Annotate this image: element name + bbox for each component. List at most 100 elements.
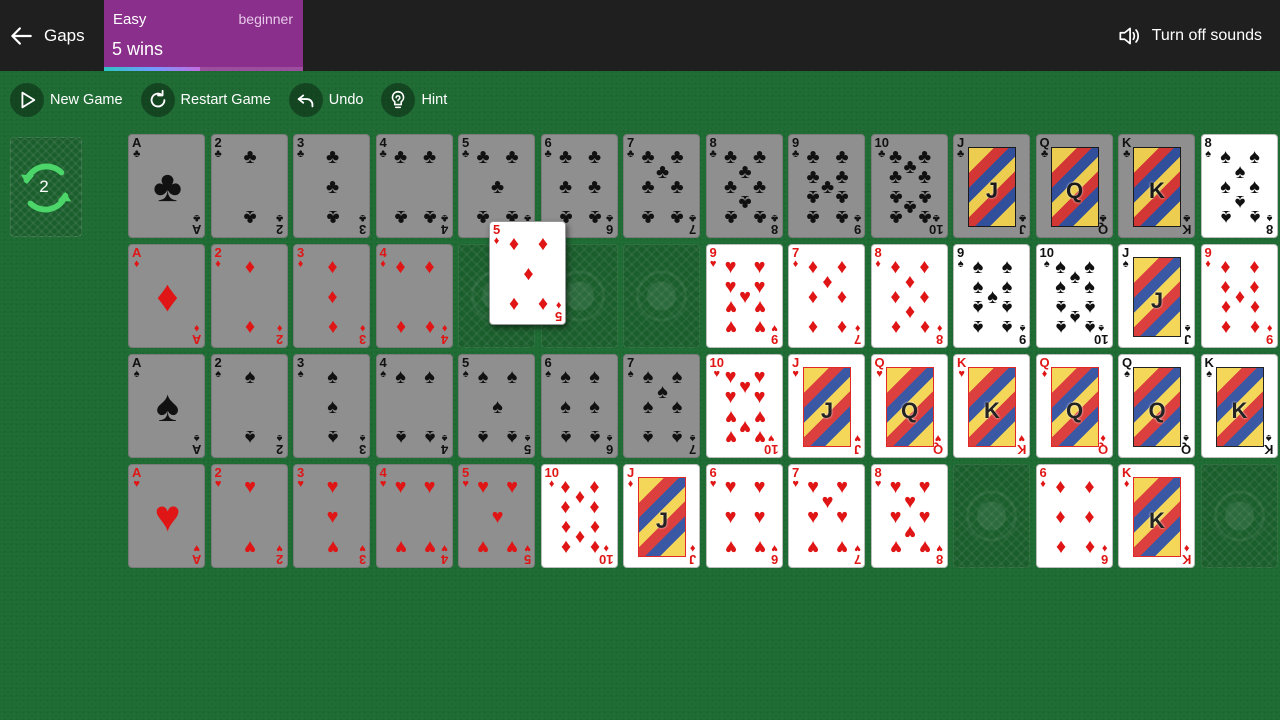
- diamond-pip: ♦: [1055, 536, 1066, 558]
- card-7-of-diamonds[interactable]: 7 ♦ 7 ♦ ♦ ♦ ♦ ♦ ♦ ♦ ♦: [788, 244, 865, 348]
- back-button[interactable]: Gaps: [8, 22, 85, 50]
- diamond-pip: ♦: [424, 316, 435, 338]
- heart-pip: ♥: [739, 286, 751, 308]
- card-8-of-clubs[interactable]: 8 ♣ 8 ♣ ♣ ♣ ♣ ♣ ♣ ♣ ♣ ♣: [705, 134, 783, 238]
- card-7-of-clubs[interactable]: 7 ♣ 7 ♣ ♣ ♣ ♣ ♣ ♣ ♣ ♣: [623, 134, 700, 238]
- heart-pip: ♥: [477, 536, 489, 558]
- card-8-of-hearts[interactable]: 8 ♥ 8 ♥ ♥ ♥ ♥ ♥ ♥ ♥ ♥ ♥: [870, 464, 948, 568]
- spade-icon: ♠: [215, 368, 222, 380]
- redeal-pile[interactable]: 2: [10, 137, 82, 237]
- card-10-of-clubs[interactable]: 10 ♣ 10 ♣ ♣ ♣ ♣ ♣ ♣ ♣ ♣ ♣ ♣ ♣: [870, 134, 948, 238]
- spade-pip: ♠: [972, 276, 984, 298]
- card-a-of-spades[interactable]: A ♠ A ♠ ♠: [128, 354, 205, 458]
- card-7-of-spades[interactable]: 7 ♠ 7 ♠ ♠ ♠ ♠ ♠ ♠ ♠ ♠: [623, 354, 700, 458]
- card-k-of-hearts[interactable]: K ♥ K ♥ K: [953, 354, 1030, 458]
- pip-area: ♥ ♥ ♥ ♥ ♥ ♥ ♥ ♥: [886, 473, 935, 561]
- card-6-of-diamonds[interactable]: 6 ♦ 6 ♦ ♦ ♦ ♦ ♦ ♦ ♦: [1035, 464, 1113, 568]
- card-8-of-spades[interactable]: 8 ♠ 8 ♠ ♠ ♠ ♠ ♠ ♠ ♠ ♠ ♠: [1200, 134, 1278, 238]
- sound-toggle-button[interactable]: Turn off sounds: [1116, 22, 1262, 50]
- card-rank: 3: [358, 222, 366, 237]
- difficulty-panel[interactable]: Easy beginner 5 wins: [104, 0, 303, 71]
- court-letter: J: [820, 398, 834, 423]
- card-index: J ♣: [957, 136, 964, 160]
- spade-icon: ♠: [359, 432, 366, 444]
- diamond-pip: ♦: [574, 526, 586, 548]
- card-j-of-hearts[interactable]: J ♥ J ♥ J: [788, 354, 865, 458]
- card-4-of-clubs[interactable]: 4 ♣ 4 ♣ ♣ ♣ ♣ ♣: [375, 134, 453, 238]
- new-game-button[interactable]: New Game: [10, 83, 123, 117]
- pip-area: ♥ ♥: [226, 473, 275, 561]
- card-rank: 4: [441, 222, 449, 237]
- card-9-of-hearts[interactable]: 9 ♥ 9 ♥ ♥ ♥ ♥ ♥ ♥ ♥ ♥ ♥ ♥: [705, 244, 783, 348]
- card-8-of-diamonds[interactable]: 8 ♦ 8 ♦ ♦ ♦ ♦ ♦ ♦ ♦ ♦ ♦: [870, 244, 948, 348]
- restart-game-button[interactable]: Restart Game: [140, 83, 271, 117]
- pip-area: ♠ ♠ ♠ ♠ ♠ ♠ ♠ ♠: [1216, 143, 1265, 231]
- card-3-of-diamonds[interactable]: 3 ♦ 3 ♦ ♦ ♦ ♦: [293, 244, 370, 348]
- diamond-pip: ♦: [1249, 276, 1260, 298]
- spade-pip: ♠: [1084, 296, 1095, 318]
- card-4-of-hearts[interactable]: 4 ♥ 4 ♥ ♥ ♥ ♥ ♥: [375, 464, 453, 568]
- hint-button[interactable]: Hint: [381, 83, 447, 117]
- card-k-of-clubs[interactable]: K ♣ K ♣ K: [1118, 134, 1195, 238]
- card-q-of-diamonds[interactable]: Q ♦ Q ♦ Q: [1035, 354, 1113, 458]
- card-9-of-diamonds[interactable]: 9 ♦ 9 ♦ ♦ ♦ ♦ ♦ ♦ ♦ ♦ ♦ ♦: [1200, 244, 1278, 348]
- card-q-of-hearts[interactable]: Q ♥ Q ♥ Q: [870, 354, 948, 458]
- card-2-of-clubs[interactable]: 2 ♣ 2 ♣ ♣ ♣: [210, 134, 288, 238]
- card-k-of-spades[interactable]: K ♠ K ♠ K: [1200, 354, 1278, 458]
- card-rank: 9: [853, 222, 861, 237]
- card-index: 9 ♠: [957, 246, 964, 270]
- card-3-of-clubs[interactable]: 3 ♣ 3 ♣ ♣ ♣ ♣: [293, 134, 370, 238]
- card-10-of-diamonds[interactable]: 10 ♦ 10 ♦ ♦ ♦ ♦ ♦ ♦ ♦ ♦ ♦ ♦ ♦: [540, 464, 618, 568]
- card-index: A ♠: [192, 432, 201, 457]
- card-6-of-hearts[interactable]: 6 ♥ 6 ♥ ♥ ♥ ♥ ♥ ♥ ♥: [705, 464, 783, 568]
- heart-pip: ♥: [154, 492, 181, 541]
- card-index: J ♦: [627, 466, 634, 490]
- heart-icon: ♥: [379, 478, 387, 490]
- empty-gap-slot[interactable]: [623, 244, 700, 348]
- diamond-pip: ♦: [1220, 276, 1231, 298]
- card-q-of-spades[interactable]: Q ♠ Q ♠ Q: [1118, 354, 1195, 458]
- pip-area: ♠ ♠ ♠ ♠ ♠ ♠ ♠: [638, 363, 687, 451]
- club-pip: ♣: [835, 206, 849, 228]
- diamond-pip: ♦: [836, 256, 848, 278]
- card-a-of-hearts[interactable]: A ♥ A ♥ ♥: [128, 464, 205, 568]
- card-2-of-hearts[interactable]: 2 ♥ 2 ♥ ♥ ♥: [210, 464, 288, 568]
- card-9-of-clubs[interactable]: 9 ♣ 9 ♣ ♣ ♣ ♣ ♣ ♣ ♣ ♣ ♣ ♣: [788, 134, 865, 238]
- empty-gap-slot[interactable]: [1200, 464, 1278, 568]
- card-4-of-spades[interactable]: 4 ♠ 4 ♠ ♠ ♠ ♠ ♠: [375, 354, 453, 458]
- card-j-of-clubs[interactable]: J ♣ J ♣ J: [953, 134, 1030, 238]
- card-5-of-spades[interactable]: 5 ♠ 5 ♠ ♠ ♠ ♠ ♠ ♠: [458, 354, 535, 458]
- spade-pip: ♠: [395, 366, 406, 388]
- heart-icon: ♥: [876, 368, 883, 380]
- card-2-of-diamonds[interactable]: 2 ♦ 2 ♦ ♦ ♦: [210, 244, 288, 348]
- card-k-of-diamonds[interactable]: K ♦ K ♦ K: [1118, 464, 1195, 568]
- card-4-of-diamonds[interactable]: 4 ♦ 4 ♦ ♦ ♦ ♦ ♦: [375, 244, 453, 348]
- card-10-of-spades[interactable]: 10 ♠ 10 ♠ ♠ ♠ ♠ ♠ ♠ ♠ ♠ ♠ ♠ ♠: [1035, 244, 1113, 348]
- card-q-of-clubs[interactable]: Q ♣ Q ♣ Q: [1035, 134, 1113, 238]
- card-2-of-spades[interactable]: 2 ♠ 2 ♠ ♠ ♠: [210, 354, 288, 458]
- card-7-of-hearts[interactable]: 7 ♥ 7 ♥ ♥ ♥ ♥ ♥ ♥ ♥ ♥: [788, 464, 865, 568]
- card-a-of-clubs[interactable]: A ♣ A ♣ ♣: [128, 134, 205, 238]
- card-3-of-hearts[interactable]: 3 ♥ 3 ♥ ♥ ♥ ♥: [293, 464, 370, 568]
- card-index: 8 ♣: [771, 212, 778, 237]
- spade-pip: ♠: [1001, 276, 1013, 298]
- card-rank: Q: [1098, 222, 1109, 237]
- diamond-pip: ♦: [890, 316, 901, 338]
- pip-area: ♥ ♥ ♥ ♥ ♥ ♥: [721, 473, 770, 561]
- card-10-of-hearts[interactable]: 10 ♥ 10 ♥ ♥ ♥ ♥ ♥ ♥ ♥ ♥ ♥ ♥ ♥: [705, 354, 783, 458]
- held-card-five-of-diamonds[interactable]: 5 ♦ 5 ♦ ♦ ♦ ♦ ♦ ♦: [489, 221, 566, 325]
- heart-pip: ♥: [807, 476, 819, 498]
- empty-gap-slot[interactable]: [953, 464, 1030, 568]
- card-a-of-diamonds[interactable]: A ♦ A ♦ ♦: [128, 244, 205, 348]
- card-5-of-hearts[interactable]: 5 ♥ 5 ♥ ♥ ♥ ♥ ♥ ♥: [458, 464, 535, 568]
- card-j-of-diamonds[interactable]: J ♦ J ♦ J: [623, 464, 700, 568]
- spade-pip: ♠: [642, 426, 654, 448]
- undo-button[interactable]: Undo: [288, 83, 363, 117]
- diamond-pip: ♦: [807, 316, 819, 338]
- card-9-of-spades[interactable]: 9 ♠ 9 ♠ ♠ ♠ ♠ ♠ ♠ ♠ ♠ ♠ ♠: [953, 244, 1030, 348]
- spade-pip: ♠: [671, 426, 683, 448]
- card-j-of-spades[interactable]: J ♠ J ♠ J: [1118, 244, 1195, 348]
- court-figure-art: Q: [1133, 367, 1181, 447]
- card-6-of-spades[interactable]: 6 ♠ 6 ♠ ♠ ♠ ♠ ♠ ♠ ♠: [540, 354, 618, 458]
- card-3-of-spades[interactable]: 3 ♠ 3 ♠ ♠ ♠ ♠: [293, 354, 370, 458]
